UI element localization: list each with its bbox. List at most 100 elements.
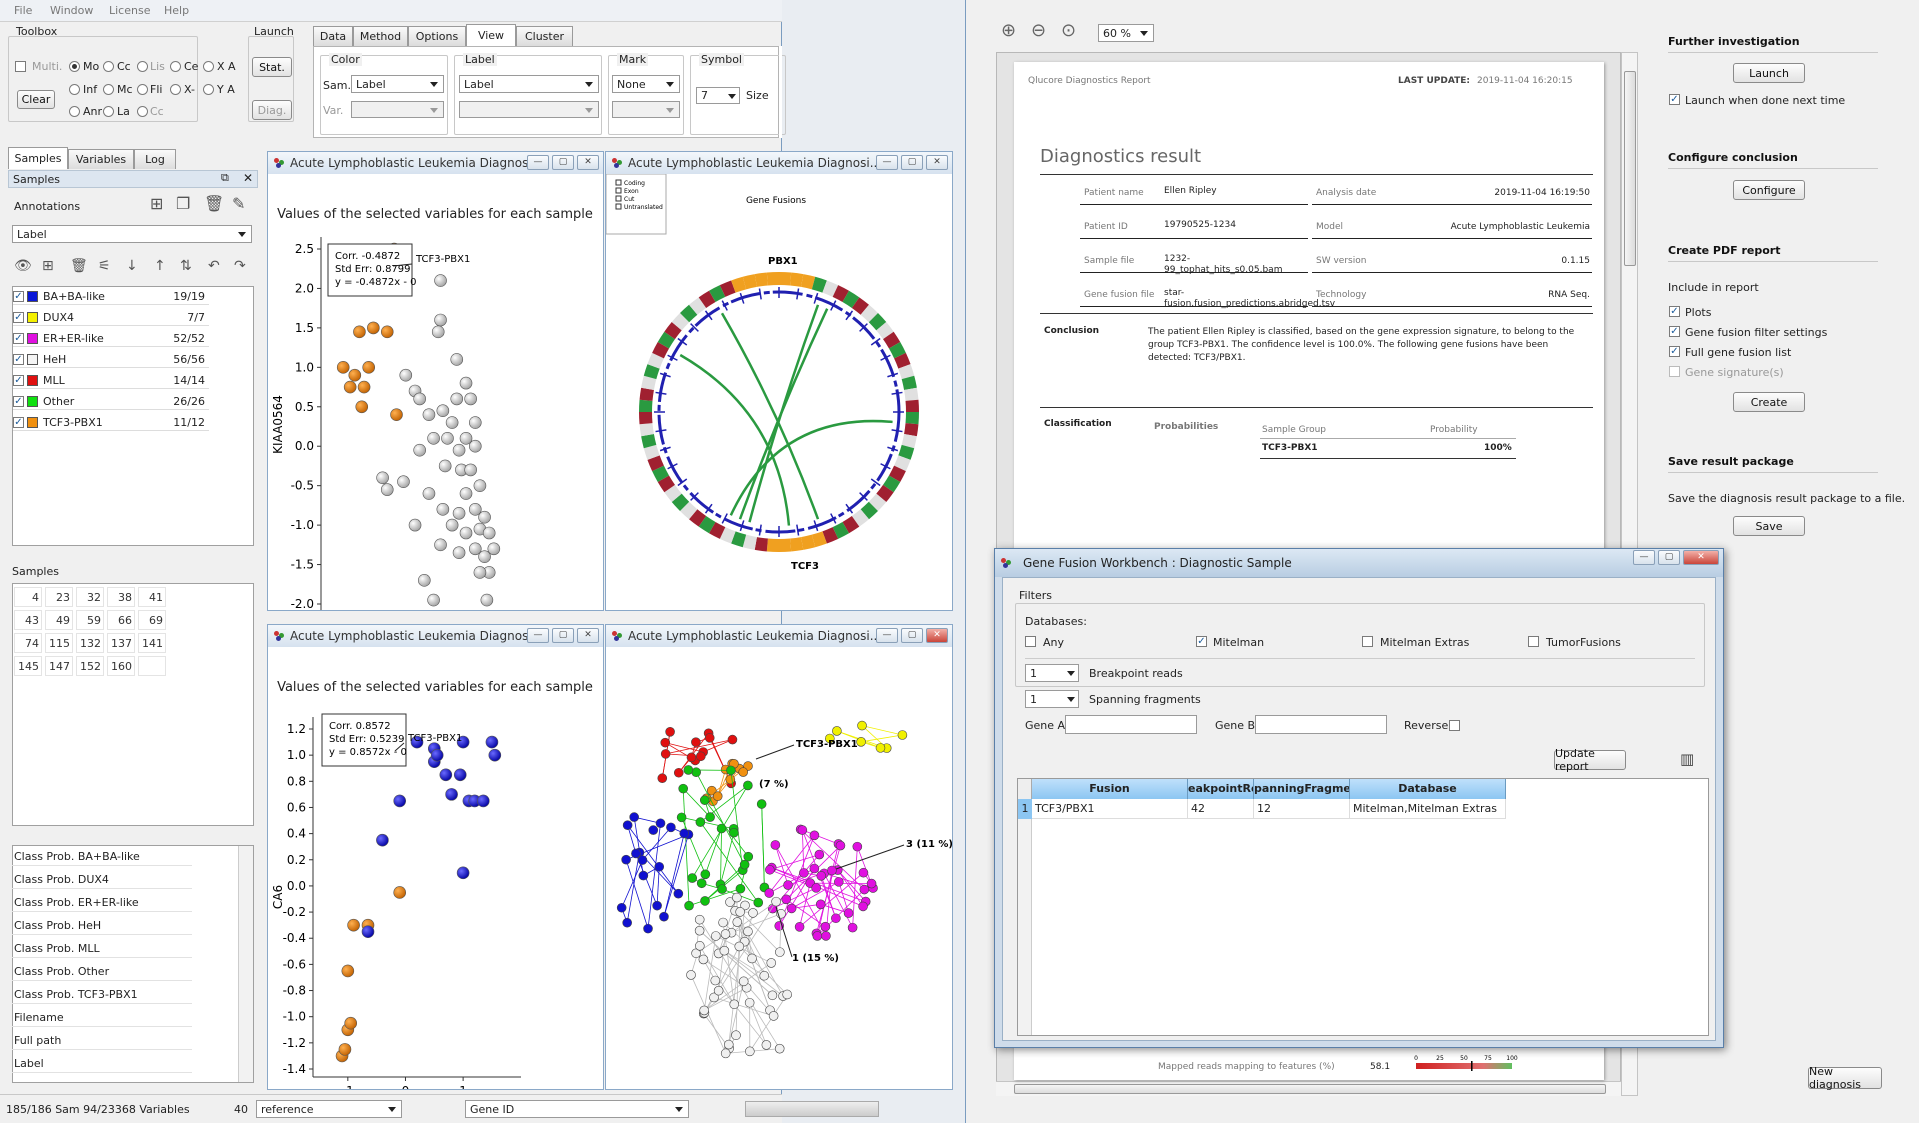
column-header[interactable]: Database	[1350, 779, 1506, 799]
pca-point[interactable]	[831, 913, 841, 924]
pca-point[interactable]	[695, 941, 705, 951]
data-point[interactable]	[357, 380, 371, 394]
group-color-swatch[interactable]	[27, 417, 38, 428]
property-row[interactable]: Class Prob. HeH	[12, 916, 192, 935]
create-button[interactable]: Create	[1733, 392, 1805, 412]
close-icon[interactable]: ✕	[243, 171, 253, 185]
pca-point[interactable]	[712, 791, 723, 802]
new-diagnosis-button[interactable]: New diagnosis	[1808, 1065, 1882, 1091]
pca-point[interactable]	[811, 883, 821, 893]
data-point[interactable]	[362, 361, 376, 374]
data-point[interactable]	[480, 593, 494, 607]
reference-combo[interactable]: reference	[256, 1100, 402, 1118]
pca-point[interactable]	[659, 911, 669, 922]
group-color-swatch[interactable]	[27, 354, 38, 365]
group-row[interactable]: ✓ DUX4 7/7	[13, 309, 209, 326]
pca-point[interactable]	[666, 822, 676, 833]
move-down-icon[interactable]: ↓	[126, 258, 138, 274]
pca-point[interactable]	[761, 1040, 772, 1050]
sample-cell[interactable]: 66	[107, 610, 135, 630]
data-point[interactable]	[376, 833, 389, 847]
pca-point[interactable]	[843, 908, 854, 918]
pca-point[interactable]	[621, 854, 631, 865]
data-point[interactable]	[459, 487, 473, 500]
group-row[interactable]: ✓ HeH 56/56	[13, 351, 209, 368]
data-point[interactable]	[434, 313, 447, 327]
stat-button[interactable]: Stat.	[252, 57, 292, 77]
clear-button[interactable]: Clear	[17, 90, 55, 109]
property-row[interactable]: Filename	[12, 1008, 192, 1027]
sample-cell[interactable]: 59	[76, 610, 104, 630]
pca-point[interactable]	[753, 897, 764, 908]
data-point[interactable]	[450, 353, 464, 366]
column-header[interactable]: eakpointRea	[1188, 779, 1254, 799]
pca-point[interactable]	[756, 799, 767, 809]
pca-point[interactable]	[725, 774, 736, 785]
radio-mode-6[interactable]	[69, 84, 80, 95]
pca-point[interactable]	[734, 941, 745, 952]
pca-point[interactable]	[781, 894, 792, 905]
data-point[interactable]	[393, 886, 407, 899]
data-point[interactable]	[487, 542, 501, 556]
minimize-icon[interactable]: —	[876, 628, 898, 643]
pca-point[interactable]	[775, 947, 785, 957]
menu-file[interactable]: File	[14, 4, 32, 17]
pca-point[interactable]	[859, 884, 870, 895]
group-visible-checkbox[interactable]: ✓	[13, 333, 24, 344]
pca-point[interactable]	[713, 985, 724, 996]
data-point[interactable]	[445, 416, 459, 429]
data-point[interactable]	[380, 325, 394, 339]
pca-point[interactable]	[735, 907, 745, 917]
pca-point[interactable]	[774, 1043, 785, 1054]
pca-point[interactable]	[782, 989, 792, 1000]
pca-point[interactable]	[695, 817, 706, 827]
radio-mode-13[interactable]	[137, 106, 148, 117]
close-icon[interactable]: ✕	[926, 155, 948, 170]
pca-point[interactable]	[866, 878, 877, 889]
pca-point[interactable]	[743, 851, 754, 862]
tab-cluster[interactable]: Cluster	[516, 26, 573, 46]
edit-annotation-icon[interactable]: ✎	[232, 194, 245, 213]
data-point[interactable]	[439, 768, 453, 782]
data-point[interactable]	[468, 439, 482, 453]
data-point[interactable]	[441, 432, 454, 445]
sample-cell[interactable]: 69	[138, 610, 166, 630]
mitelman-db-checkbox[interactable]: ✓	[1196, 636, 1207, 647]
data-point[interactable]	[347, 918, 360, 932]
data-point[interactable]	[434, 538, 447, 552]
minimize-icon[interactable]: —	[527, 628, 549, 643]
pca-point[interactable]	[794, 922, 805, 932]
pca-point[interactable]	[660, 737, 671, 748]
pca-point[interactable]	[676, 812, 687, 823]
sample-cell[interactable]: 41	[138, 587, 166, 607]
column-header[interactable]: Fusion	[1032, 779, 1188, 799]
data-point[interactable]	[413, 392, 426, 406]
pca-point[interactable]	[739, 859, 750, 870]
configure-button[interactable]: Configure	[1733, 180, 1805, 200]
data-point[interactable]	[341, 964, 355, 978]
data-point[interactable]	[380, 483, 394, 496]
pca-point[interactable]	[687, 873, 698, 883]
table-cell[interactable]: TCF3/PBX1	[1032, 799, 1188, 819]
data-point[interactable]	[488, 748, 502, 762]
pca-point[interactable]	[812, 931, 823, 941]
data-point[interactable]	[399, 368, 413, 382]
pca-point[interactable]	[673, 888, 684, 899]
data-point[interactable]	[427, 593, 440, 607]
group-visible-checkbox[interactable]: ✓	[13, 291, 24, 302]
symbol-spinner[interactable]: 7	[696, 87, 740, 104]
pca-point[interactable]	[710, 975, 721, 986]
data-point[interactable]	[367, 321, 380, 335]
pca-point[interactable]	[652, 900, 662, 911]
pca-point[interactable]	[638, 870, 649, 881]
gene-id-combo[interactable]: Gene ID	[465, 1100, 689, 1118]
pca-point[interactable]	[729, 999, 740, 1010]
data-point[interactable]	[376, 471, 389, 485]
data-point[interactable]	[422, 408, 436, 421]
report-hscrollbar[interactable]	[996, 1081, 1621, 1096]
data-point[interactable]	[452, 506, 466, 520]
save-button[interactable]: Save	[1733, 516, 1805, 536]
pca-point[interactable]	[738, 976, 749, 987]
pca-point[interactable]	[631, 848, 641, 859]
pca-point[interactable]	[718, 917, 728, 928]
